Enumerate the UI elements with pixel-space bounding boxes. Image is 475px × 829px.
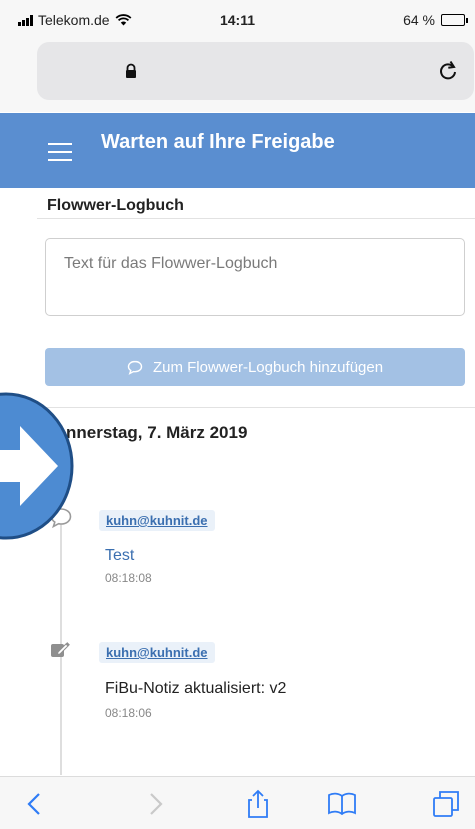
status-bar: Telekom.de 14:11 64 % (0, 0, 475, 40)
share-icon[interactable] (243, 789, 273, 819)
entry-time: 08:18:06 (105, 706, 152, 720)
entry-text: Test (105, 547, 135, 564)
address-bar[interactable] (37, 42, 474, 100)
entry-time: 08:18:08 (105, 571, 152, 585)
arrow-right-icon (0, 392, 74, 540)
logbook-title: Flowwer-Logbuch (47, 197, 184, 214)
forward-icon[interactable] (140, 789, 170, 819)
date-heading: nnerstag, 7. März 2019 (66, 423, 248, 442)
hamburger-menu-icon[interactable] (48, 143, 72, 161)
divider (37, 218, 475, 219)
add-to-logbook-button[interactable]: Zum Flowwer-Logbuch hinzufügen (45, 348, 465, 386)
tabs-icon[interactable] (431, 789, 461, 819)
app-header: Warten auf Ihre Freigabe (0, 113, 475, 188)
battery-info: 64 % (403, 12, 468, 28)
back-icon[interactable] (20, 789, 50, 819)
comment-icon (127, 360, 143, 375)
page-title: Warten auf Ihre Freigabe (101, 131, 335, 153)
add-button-label: Zum Flowwer-Logbuch hinzufügen (152, 358, 384, 376)
reload-icon[interactable] (436, 58, 460, 82)
entry-user-link[interactable]: kuhn@kuhnit.de (99, 510, 215, 531)
battery-icon (441, 14, 468, 26)
browser-bottom-bar (0, 776, 475, 829)
edit-icon (51, 642, 70, 657)
page: Telekom.de 14:11 64 % Warten auf Ihre Fr… (0, 0, 475, 829)
divider (37, 407, 475, 408)
browser-toolbar (0, 40, 475, 112)
entry-user-link[interactable]: kuhn@kuhnit.de (99, 642, 215, 663)
bookmarks-icon[interactable] (327, 789, 357, 819)
lock-icon (126, 63, 136, 78)
logbook-text-input[interactable] (45, 238, 465, 316)
battery-percent: 64 % (403, 12, 435, 28)
entry-text: FiBu-Notiz aktualisiert: v2 (105, 680, 287, 697)
